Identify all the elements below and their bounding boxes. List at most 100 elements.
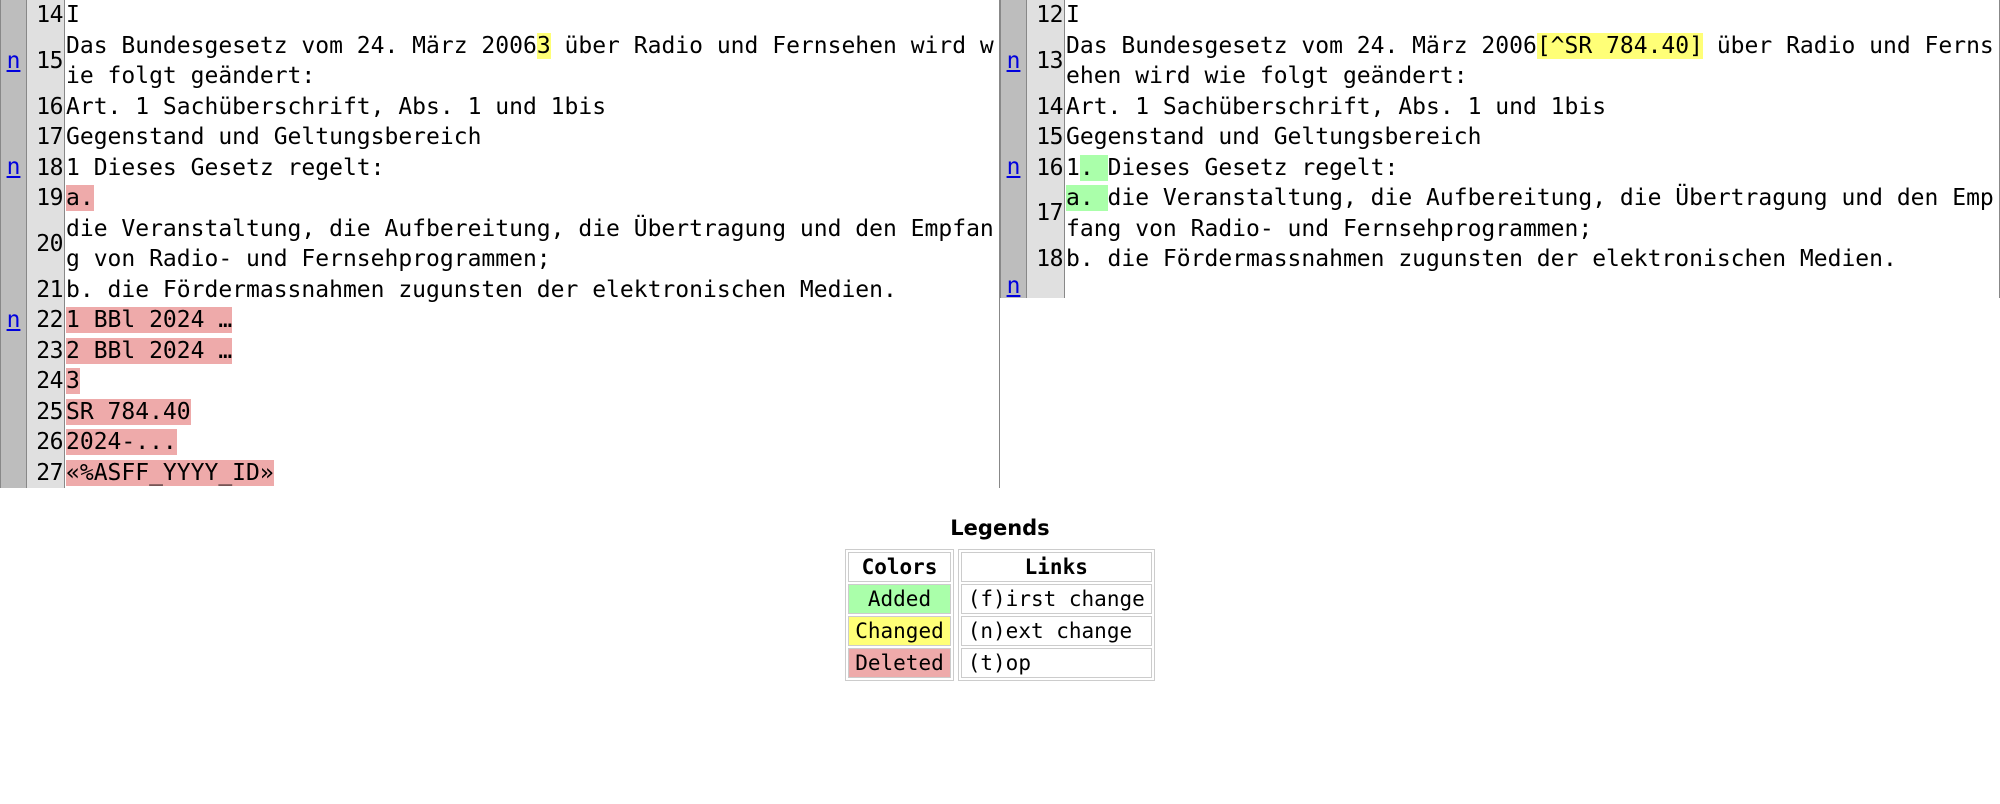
diff-anchor-cell xyxy=(1001,0,1027,31)
diff-segment-plain: Gegenstand und Geltungsbereich xyxy=(1066,124,1482,150)
next-change-link[interactable]: n xyxy=(7,49,21,73)
legend-colors-table: Colors Added Changed Deleted xyxy=(845,549,954,681)
legend-color-row: Changed xyxy=(848,616,951,646)
diff-row: 25 SR 784.40 xyxy=(1,396,999,427)
line-number: 26 xyxy=(27,427,65,458)
diff-segment-plain: Dieses Gesetz regelt: xyxy=(1107,154,1399,181)
line-number: 17 xyxy=(27,122,65,153)
diff-row: 16 Art. 1 Sachüberschrift, Abs. 1 und 1bi… xyxy=(1,91,999,122)
diff-segment-del: SR 784.40 xyxy=(66,398,191,425)
diff-line-text: I xyxy=(1065,0,1999,31)
diff-segment-change: [^SR 784.40] xyxy=(1536,32,1703,59)
legend-link-row: (n)ext change xyxy=(960,616,1152,646)
diff-line-text: Art. 1 Sachüberschrift, Abs. 1 und 1bis xyxy=(1065,91,1999,122)
diff-rows-right: 12 In 13 Das Bundesgesetz vom 24. März 2006… xyxy=(1001,0,1999,298)
diff-line-text: b. die Fördermassnahmen zugunsten der el… xyxy=(65,274,999,305)
diff-row: 27 «%ASFF_YYYY_ID» xyxy=(1,457,999,488)
diff-row: n xyxy=(1001,274,1999,298)
diff-anchor-cell: n xyxy=(1001,152,1027,183)
diff-anchor-cell xyxy=(1001,183,1027,244)
legend-link-row: (t)op xyxy=(960,648,1152,678)
diff-segment-del: 2024-... xyxy=(66,429,177,455)
legend-color-added: Added xyxy=(848,584,951,614)
diff-row: n 18 1 Dieses Gesetz regelt: xyxy=(1,152,999,183)
diff-line-text: Gegenstand und Geltungsbereich xyxy=(65,122,999,153)
diff-row: n 16 1. Dieses Gesetz regelt: xyxy=(1001,152,1999,183)
diff-segment-plain: Das Bundesgesetz vom 24. März 2006 xyxy=(1066,32,1537,59)
diff-anchor-cell xyxy=(1001,122,1027,153)
diff-row: n 15 Das Bundesgesetz vom 24. März 20063 ü… xyxy=(1,30,999,92)
line-number: 16 xyxy=(1027,152,1065,183)
diff-pane-left: 14 In 15 Das Bundesgesetz vom 24. März 2006… xyxy=(0,0,1000,488)
diff-rows-left: 14 In 15 Das Bundesgesetz vom 24. März 2006… xyxy=(1,0,999,488)
line-number: 19 xyxy=(27,183,65,214)
diff-row: 15 Gegenstand und Geltungsbereich xyxy=(1001,122,1999,153)
legend-color-row: Deleted xyxy=(848,648,951,678)
diff-segment-plain: Art. 1 Sachüberschrift, Abs. 1 und 1bis xyxy=(1066,93,1607,120)
diff-segment-plain: 1 xyxy=(1066,154,1080,181)
diff-row: n 22 1 BBl 2024 … xyxy=(1,305,999,336)
diff-segment-del: a. xyxy=(66,185,94,211)
diff-row: 20 die Veranstaltung, die Aufbereitung, d… xyxy=(1,213,999,275)
diff-segment-plain: Art. 1 Sachüberschrift, Abs. 1 und 1bis xyxy=(66,93,607,120)
diff-anchor-cell xyxy=(1,0,27,31)
legend-links-header: Links xyxy=(960,552,1152,582)
line-number: 24 xyxy=(27,366,65,397)
next-change-link[interactable]: n xyxy=(7,308,21,332)
diff-segment-plain: I xyxy=(1066,2,1080,28)
legend-link-item[interactable]: (f)irst change xyxy=(960,584,1152,614)
diff-anchor-cell xyxy=(1001,91,1027,122)
legend-colors-header: Colors xyxy=(848,552,951,582)
line-number: 21 xyxy=(27,274,65,305)
diff-row: 21 b. die Fördermassnahmen zugunsten der … xyxy=(1,274,999,305)
diff-anchor-cell xyxy=(1,183,27,214)
diff-row: 24 3 xyxy=(1,366,999,397)
diff-segment-plain: 1 Dieses Gesetz regelt: xyxy=(66,154,385,181)
legend-links-table: Links (f)irst change (n)ext change (t)op xyxy=(957,549,1155,681)
line-number: 16 xyxy=(27,91,65,122)
line-number: 12 xyxy=(1027,0,1065,31)
legend-link-item[interactable]: (t)op xyxy=(960,648,1152,678)
diff-segment-plain: b. die Fördermassnahmen zugunsten der el… xyxy=(66,276,897,303)
legend-link-item[interactable]: (n)ext change xyxy=(960,616,1152,646)
legend-link-row: (f)irst change xyxy=(960,584,1152,614)
diff-row: 23 2 BBl 2024 … xyxy=(1,335,999,366)
diff-line-text: Das Bundesgesetz vom 24. März 20063 über… xyxy=(65,30,999,92)
next-change-link[interactable]: n xyxy=(1007,156,1021,179)
diff-segment-plain: Gegenstand und Geltungsbereich xyxy=(66,124,482,150)
line-number: 15 xyxy=(27,30,65,92)
diff-line-text: «%ASFF_YYYY_ID» xyxy=(65,457,999,488)
diff-segment-plain: die Veranstaltung, die Aufbereitung, die… xyxy=(1066,185,1994,242)
diff-line-text: b. die Fördermassnahmen zugunsten der el… xyxy=(1065,244,1999,275)
diff-pane-right: 12 In 13 Das Bundesgesetz vom 24. März 2006… xyxy=(1000,0,2000,298)
line-number: 20 xyxy=(27,213,65,275)
diff-line-text xyxy=(1065,274,1999,298)
next-change-link[interactable]: n xyxy=(1007,49,1021,73)
diff-row: 18 b. die Fördermassnahmen zugunsten der … xyxy=(1001,244,1999,275)
next-change-link[interactable]: n xyxy=(7,156,21,179)
diff-anchor-cell xyxy=(1,335,27,366)
diff-anchor-cell xyxy=(1,213,27,275)
line-number: 27 xyxy=(27,457,65,488)
line-number: 23 xyxy=(27,335,65,366)
diff-line-text: Gegenstand und Geltungsbereich xyxy=(1065,122,1999,153)
line-number xyxy=(1027,274,1065,298)
legend-color-row: Added xyxy=(848,584,951,614)
next-change-link[interactable]: n xyxy=(1007,274,1021,298)
diff-segment-del: 3 xyxy=(66,368,80,394)
diff-row: 17 Gegenstand und Geltungsbereich xyxy=(1,122,999,153)
diff-segment-del: 1 BBl 2024 … xyxy=(66,307,233,333)
diff-line-text: die Veranstaltung, die Aufbereitung, die… xyxy=(65,213,999,275)
line-number: 22 xyxy=(27,305,65,336)
diff-anchor-cell xyxy=(1,366,27,397)
diff-anchor-cell xyxy=(1,457,27,488)
legend-color-deleted: Deleted xyxy=(848,648,951,678)
diff-anchor-cell xyxy=(1,396,27,427)
diff-line-text: 1 Dieses Gesetz regelt: xyxy=(65,152,999,183)
diff-row: 14 I xyxy=(1,0,999,31)
line-number: 18 xyxy=(1027,244,1065,275)
diff-anchor-cell: n xyxy=(1001,274,1027,298)
diff-row: 17 a. die Veranstaltung, die Aufbereitung… xyxy=(1001,183,1999,244)
diff-line-text: Das Bundesgesetz vom 24. März 2006[^SR 7… xyxy=(1065,30,1999,92)
diff-segment-plain: b. die Fördermassnahmen zugunsten der el… xyxy=(1066,246,1897,272)
